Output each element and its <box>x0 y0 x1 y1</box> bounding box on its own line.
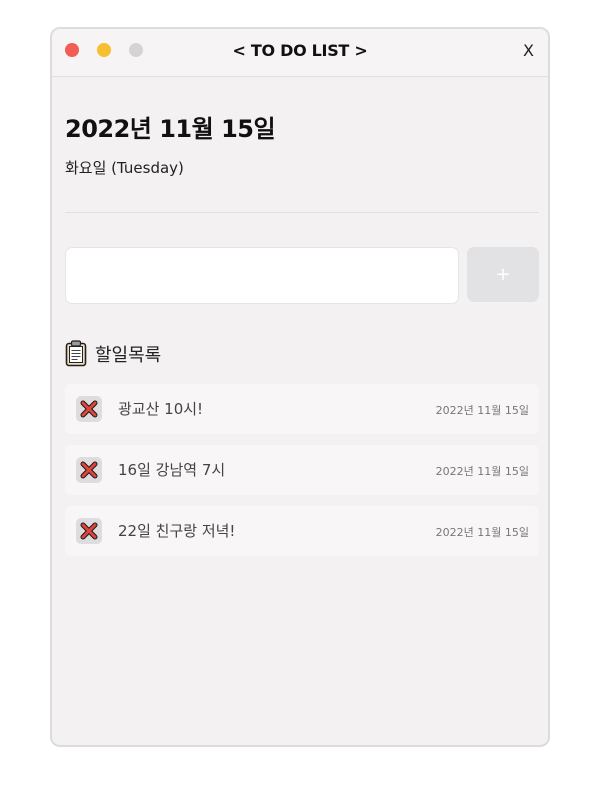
weekday-label: 화요일 (Tuesday) <box>65 159 184 177</box>
todo-item: 22일 친구랑 저녁! 2022년 11월 15일 <box>65 506 539 556</box>
date-heading: 2022년 11월 15일 <box>65 115 276 143</box>
todo-input[interactable] <box>65 247 459 304</box>
todo-item: 광교산 10시! 2022년 11월 15일 <box>65 384 539 434</box>
title-bar: < TO DO LIST > X <box>52 29 548 77</box>
todo-item-text: 22일 친구랑 저녁! <box>118 522 236 540</box>
todo-item-date: 2022년 11월 15일 <box>435 465 529 478</box>
divider <box>65 212 539 213</box>
todo-item-text: 광교산 10시! <box>118 400 204 418</box>
todo-item-date: 2022년 11월 15일 <box>435 526 529 539</box>
todo-window: < TO DO LIST > X 2022년 11월 15일 화요일 (Tues… <box>50 27 550 747</box>
todo-item: 16일 강남역 7시 2022년 11월 15일 <box>65 445 539 495</box>
cross-mark-icon <box>80 461 98 479</box>
window-title: < TO DO LIST > <box>232 41 368 60</box>
list-title: 할일목록 <box>95 345 162 366</box>
delete-button[interactable] <box>76 396 102 422</box>
add-button[interactable]: + <box>467 247 539 302</box>
cross-mark-icon <box>80 400 98 418</box>
cross-mark-icon <box>80 522 98 540</box>
clipboard-icon <box>65 340 87 367</box>
todo-item-text: 16일 강남역 7시 <box>118 461 226 479</box>
delete-button[interactable] <box>76 457 102 483</box>
close-button[interactable]: X <box>523 41 534 60</box>
delete-button[interactable] <box>76 518 102 544</box>
todo-item-date: 2022년 11월 15일 <box>435 404 529 417</box>
